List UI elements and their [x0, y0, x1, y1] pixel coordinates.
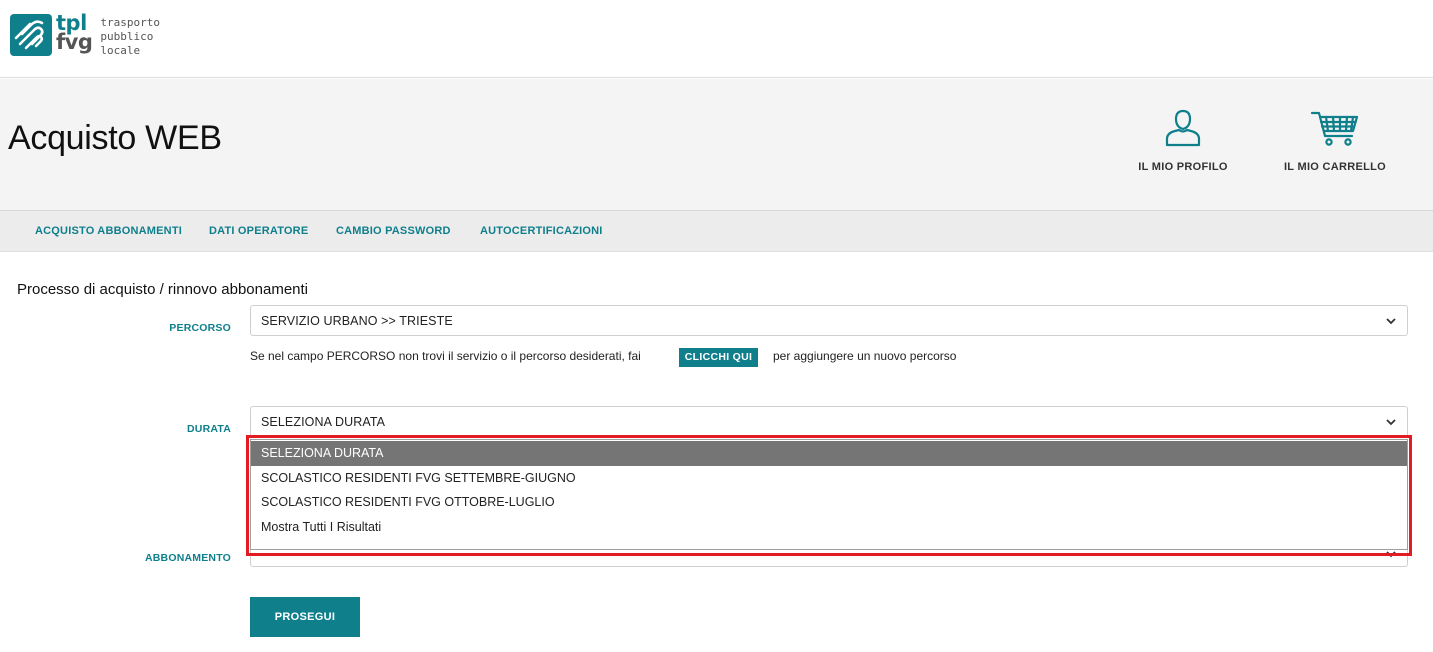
page-header: Acquisto WEB IL MIO PROFILO IL MIO CARRE…: [0, 79, 1433, 211]
tpl-fvg-logo[interactable]: tpl fvg trasporto pubblico locale: [10, 13, 160, 58]
logo-mark-icon: [10, 14, 52, 56]
percorso-hint-after: per aggiungere un nuovo percorso: [773, 349, 957, 363]
durata-label: DURATA: [187, 423, 231, 435]
logo-tagline-line: trasporto: [100, 16, 160, 29]
chevron-down-icon: [1386, 318, 1396, 325]
page-title: Acquisto WEB: [8, 119, 222, 157]
durata-select[interactable]: SELEZIONA DURATA: [250, 406, 1408, 437]
nav-item-cambio-password[interactable]: CAMBIO PASSWORD: [336, 225, 451, 237]
section-title: Processo di acquisto / rinnovo abbonamen…: [17, 281, 309, 298]
chevron-down-icon: [1386, 419, 1396, 426]
cart-icon: [1310, 111, 1359, 146]
durata-dropdown-list: SELEZIONA DURATA SCOLASTICO RESIDENTI FV…: [250, 439, 1408, 550]
durata-option[interactable]: SELEZIONA DURATA: [251, 441, 1407, 466]
percorso-hint: Se nel campo PERCORSO non trovi il servi…: [250, 349, 641, 363]
nav-item-acquisto-abbonamenti[interactable]: ACQUISTO ABBONAMENTI: [35, 225, 182, 237]
my-profile-label: IL MIO PROFILO: [1138, 161, 1228, 173]
logo-tagline: trasporto pubblico locale: [100, 16, 160, 58]
logo-word-bottom: fvg: [56, 30, 93, 54]
percorso-select[interactable]: SERVIZIO URBANO >> TRIESTE: [250, 305, 1408, 336]
my-cart-label: IL MIO CARRELLO: [1283, 161, 1387, 173]
top-bar: tpl fvg trasporto pubblico locale: [0, 0, 1433, 78]
nav-item-autocertificazioni[interactable]: AUTOCERTIFICAZIONI: [480, 225, 603, 237]
main-nav: ACQUISTO ABBONAMENTI DATI OPERATORE CAMB…: [0, 211, 1433, 252]
my-cart-link[interactable]: IL MIO CARRELLO: [1270, 109, 1400, 173]
logo-tagline-line: pubblico: [100, 30, 154, 43]
percorso-label: PERCORSO: [169, 322, 231, 334]
clicchi-qui-button[interactable]: CLICCHI QUI: [679, 348, 758, 367]
durata-option[interactable]: SCOLASTICO RESIDENTI FVG OTTOBRE-LUGLIO: [251, 490, 1407, 515]
durata-value: SELEZIONA DURATA: [261, 415, 386, 429]
percorso-value: SERVIZIO URBANO >> TRIESTE: [261, 314, 453, 328]
durata-option[interactable]: Mostra Tutti I Risultati: [251, 515, 1407, 540]
user-icon: [1165, 109, 1201, 147]
nav-item-dati-operatore[interactable]: DATI OPERATORE: [209, 225, 308, 237]
my-profile-link[interactable]: IL MIO PROFILO: [1118, 109, 1248, 173]
durata-option[interactable]: SCOLASTICO RESIDENTI FVG SETTEMBRE-GIUGN…: [251, 466, 1407, 491]
prosegui-button[interactable]: PROSEGUI: [250, 597, 360, 637]
logo-wordmark: tpl fvg: [56, 13, 93, 54]
logo-tagline-line: locale: [100, 44, 141, 57]
abbonamento-label: ABBONAMENTO: [144, 552, 231, 564]
